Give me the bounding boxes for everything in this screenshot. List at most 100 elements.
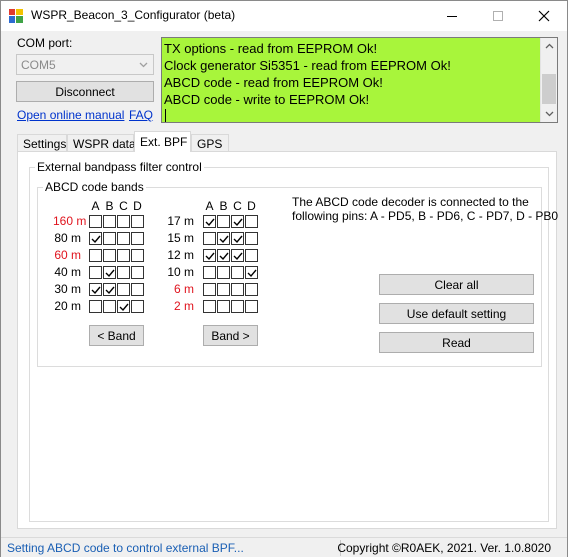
use-default-setting-button[interactable]: Use default setting — [379, 303, 534, 324]
abcd-group-title: ABCD code bands — [43, 180, 146, 194]
clear-all-button[interactable]: Clear all — [379, 274, 534, 295]
maximize-button[interactable] — [475, 1, 521, 31]
chevron-down-icon — [545, 111, 553, 117]
abcd-checkbox-c[interactable] — [117, 215, 130, 228]
column-header-d: D — [133, 199, 142, 213]
abcd-checkbox-b[interactable] — [217, 249, 230, 262]
abcd-checkbox-b[interactable] — [103, 283, 116, 296]
abcd-checkbox-c[interactable] — [231, 215, 244, 228]
next-band-button[interactable]: Band > — [203, 325, 258, 346]
abcd-checkbox-b[interactable] — [217, 215, 230, 228]
abcd-checkbox-c[interactable] — [117, 232, 130, 245]
close-button[interactable] — [521, 1, 567, 31]
abcd-checkbox-b[interactable] — [103, 215, 116, 228]
band-label: 10 m — [167, 265, 194, 279]
abcd-checkbox-a[interactable] — [89, 232, 102, 245]
log-line: ABCD code - write to EEPROM Ok! — [164, 92, 370, 107]
abcd-checkbox-b[interactable] — [217, 232, 230, 245]
check-icon — [233, 218, 243, 227]
log-lines: TX options - read from EEPROM Ok! Clock g… — [164, 40, 451, 122]
abcd-checkbox-d[interactable] — [131, 232, 144, 245]
abcd-checkbox-b[interactable] — [103, 232, 116, 245]
column-header-b: B — [105, 199, 114, 213]
abcd-checkbox-c[interactable] — [117, 249, 130, 262]
band-label: 160 m — [53, 214, 87, 228]
prev-band-button[interactable]: < Band — [89, 325, 144, 346]
abcd-checkbox-c[interactable] — [231, 300, 244, 313]
abcd-checkbox-d[interactable] — [245, 300, 258, 313]
abcd-checkbox-c[interactable] — [231, 249, 244, 262]
band-label: 20 m — [54, 299, 81, 313]
scroll-up-button[interactable] — [541, 38, 557, 55]
abcd-checkbox-b[interactable] — [103, 249, 116, 262]
band-label: 17 m — [167, 214, 194, 228]
abcd-checkbox-b[interactable] — [217, 283, 230, 296]
abcd-checkbox-a[interactable] — [203, 266, 216, 279]
tab-settings[interactable]: Settings — [17, 134, 67, 152]
copyright-text: Copyright ©R0AEK, 2021. Ver. 1.0.8020 — [337, 541, 551, 555]
abcd-checkbox-a[interactable] — [203, 300, 216, 313]
band-label: 60 m — [54, 248, 81, 262]
abcd-checkbox-d[interactable] — [245, 232, 258, 245]
abcd-checkbox-c[interactable] — [117, 266, 130, 279]
disconnect-button[interactable]: Disconnect — [16, 81, 154, 102]
abcd-checkbox-d[interactable] — [131, 266, 144, 279]
scroll-thumb[interactable] — [542, 74, 556, 104]
abcd-checkbox-a[interactable] — [203, 232, 216, 245]
abcd-checkbox-a[interactable] — [203, 283, 216, 296]
abcd-checkbox-a[interactable] — [203, 249, 216, 262]
band-label: 6 m — [173, 282, 194, 296]
check-icon — [233, 235, 243, 244]
check-icon — [219, 252, 229, 261]
abcd-checkbox-c[interactable] — [117, 283, 130, 296]
column-header-c: C — [119, 199, 128, 213]
abcd-checkbox-d[interactable] — [131, 283, 144, 296]
abcd-checkbox-b[interactable] — [217, 266, 230, 279]
tab-gps[interactable]: GPS — [191, 134, 229, 152]
abcd-checkbox-c[interactable] — [231, 232, 244, 245]
abcd-checkbox-d[interactable] — [131, 249, 144, 262]
abcd-checkbox-a[interactable] — [89, 249, 102, 262]
abcd-checkbox-d[interactable] — [245, 283, 258, 296]
check-icon — [119, 303, 129, 312]
abcd-checkbox-d[interactable] — [245, 215, 258, 228]
check-icon — [247, 269, 257, 278]
tab-wspr-data[interactable]: WSPR data — [67, 134, 136, 152]
abcd-checkbox-d[interactable] — [131, 215, 144, 228]
abcd-checkbox-b[interactable] — [103, 266, 116, 279]
column-header-c: C — [233, 199, 242, 213]
log-scrollbar[interactable] — [540, 38, 557, 122]
abcd-checkbox-a[interactable] — [203, 215, 216, 228]
check-icon — [105, 286, 115, 295]
abcd-checkbox-c[interactable] — [231, 283, 244, 296]
abcd-checkbox-a[interactable] — [89, 266, 102, 279]
abcd-checkbox-b[interactable] — [217, 300, 230, 313]
com-port-select[interactable]: COM5 — [16, 54, 154, 75]
check-icon — [105, 269, 115, 278]
app-window: WSPR_Beacon_3_Configurator (beta) COM po… — [0, 0, 568, 557]
abcd-checkbox-d[interactable] — [245, 249, 258, 262]
abcd-checkbox-a[interactable] — [89, 300, 102, 313]
ext-bpf-panel: External bandpass filter control ABCD co… — [17, 151, 559, 529]
abcd-checkbox-a[interactable] — [89, 215, 102, 228]
read-button[interactable]: Read — [379, 332, 534, 353]
faq-link[interactable]: FAQ — [129, 108, 153, 122]
abcd-checkbox-c[interactable] — [231, 266, 244, 279]
scroll-down-button[interactable] — [541, 105, 557, 122]
tab-ext-bpf[interactable]: Ext. BPF — [134, 131, 191, 152]
abcd-checkbox-d[interactable] — [131, 300, 144, 313]
abcd-checkbox-b[interactable] — [103, 300, 116, 313]
text-caret — [165, 109, 166, 122]
chevron-up-icon — [545, 43, 553, 49]
column-header-a: A — [91, 199, 100, 213]
abcd-checkbox-a[interactable] — [89, 283, 102, 296]
decoder-info-line2: following pins: A - PD5, B - PD6, C - PD… — [292, 209, 559, 223]
bpf-group-title: External bandpass filter control — [35, 160, 204, 174]
log-line: ABCD code - read from EEPROM Ok! — [164, 75, 383, 90]
online-manual-link[interactable]: Open online manual — [17, 108, 124, 122]
log-textbox[interactable]: TX options - read from EEPROM Ok! Clock g… — [161, 37, 558, 123]
abcd-checkbox-d[interactable] — [245, 266, 258, 279]
abcd-checkbox-c[interactable] — [117, 300, 130, 313]
minimize-button[interactable] — [429, 1, 475, 31]
com-port-label: COM port: — [17, 36, 73, 50]
